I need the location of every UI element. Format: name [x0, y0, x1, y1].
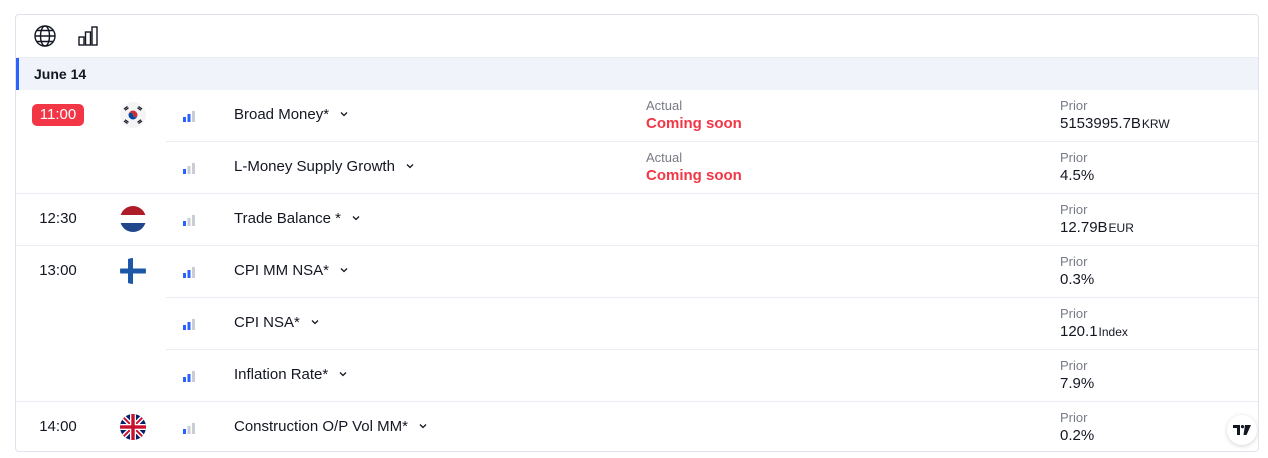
actual-value: Coming soon [646, 167, 742, 184]
netherlands-flag-icon [120, 206, 146, 232]
actual-column: Actual Coming soon [646, 150, 742, 186]
event-time-live: 11:00 [32, 104, 84, 126]
actual-column: Actual Coming soon [646, 98, 742, 134]
importance-filter-icon[interactable] [76, 24, 100, 48]
event-row[interactable]: 11:00 Broad Money* Actual Coming soon Pr… [16, 90, 1258, 142]
prior-value-wrap: 5153995.7BKRW [1060, 114, 1170, 134]
date-header: June 14 [16, 58, 1258, 90]
prior-value: 7.9% [1060, 375, 1095, 392]
event-row[interactable]: Inflation Rate* Prior 7.9% [16, 350, 1258, 402]
prior-unit: KRW [1141, 117, 1170, 131]
prior-column: Prior 7.9% [1060, 358, 1095, 394]
uk-flag-icon [120, 414, 146, 440]
event-name-label: Broad Money* [234, 106, 330, 123]
prior-label: Prior [1060, 410, 1088, 425]
event-name-label: Inflation Rate* [234, 366, 329, 383]
chevron-down-icon[interactable] [338, 365, 348, 385]
prior-label: Prior [1060, 358, 1088, 373]
event-name[interactable]: L-Money Supply Growth [234, 157, 415, 177]
importance-low-icon [183, 421, 195, 434]
prior-label: Prior [1060, 306, 1088, 321]
prior-value: 0.3% [1060, 271, 1095, 288]
event-row[interactable]: CPI NSA* Prior 120.1Index [16, 298, 1258, 350]
event-row[interactable]: 14:00 Construction O/P Vol MM* Prior 0.2… [16, 402, 1258, 451]
chevron-down-icon[interactable] [351, 209, 361, 229]
prior-value-wrap: 4.5% [1060, 166, 1095, 186]
event-name[interactable]: Construction O/P Vol MM* [234, 417, 428, 437]
event-name[interactable]: Inflation Rate* [234, 365, 348, 385]
prior-label: Prior [1060, 254, 1088, 269]
actual-label: Actual [646, 150, 683, 165]
prior-label: Prior [1060, 202, 1088, 217]
prior-value-wrap: 0.3% [1060, 270, 1095, 290]
event-name-label: CPI MM NSA* [234, 262, 330, 279]
date-header-label: June 14 [34, 66, 87, 82]
chevron-down-icon[interactable] [310, 313, 320, 333]
event-row[interactable]: L-Money Supply Growth Actual Coming soon… [16, 142, 1258, 194]
prior-column: Prior 120.1Index [1060, 306, 1128, 342]
prior-value-wrap: 12.79BEUR [1060, 218, 1134, 238]
finland-flag-icon [120, 258, 146, 284]
events-list: 11:00 Broad Money* Actual Coming soon Pr… [16, 90, 1258, 451]
event-row[interactable]: 12:30 Trade Balance * Prior 12.79BEUR [16, 194, 1258, 246]
chevron-down-icon[interactable] [339, 105, 349, 125]
event-name[interactable]: CPI MM NSA* [234, 261, 349, 281]
importance-high-icon [183, 265, 195, 278]
prior-value: 120.1 [1060, 323, 1098, 340]
event-time: 13:00 [39, 262, 77, 279]
event-name-label: Construction O/P Vol MM* [234, 418, 408, 435]
globe-icon[interactable] [33, 24, 57, 48]
prior-value: 12.79B [1060, 219, 1108, 236]
prior-value: 4.5% [1060, 167, 1095, 184]
south-korea-flag-icon [120, 102, 146, 128]
event-name-label: Trade Balance * [234, 210, 342, 227]
prior-unit: EUR [1108, 221, 1134, 235]
prior-label: Prior [1060, 150, 1088, 165]
event-name-label: L-Money Supply Growth [234, 158, 395, 175]
chevron-down-icon[interactable] [405, 157, 415, 177]
event-name[interactable]: Trade Balance * [234, 209, 361, 229]
event-time: 12:30 [39, 210, 77, 227]
chevron-down-icon[interactable] [339, 261, 349, 281]
economic-calendar-panel: June 14 11:00 Broad Money* Actual Coming… [15, 14, 1259, 452]
prior-column: Prior 0.3% [1060, 254, 1095, 290]
event-name[interactable]: CPI NSA* [234, 313, 320, 333]
prior-value-wrap: 120.1Index [1060, 322, 1128, 342]
event-time: 14:00 [39, 418, 77, 435]
prior-value-wrap: 0.2% [1060, 426, 1095, 446]
prior-column: Prior 5153995.7BKRW [1060, 98, 1170, 134]
prior-value: 5153995.7B [1060, 115, 1141, 132]
prior-column: Prior 12.79BEUR [1060, 202, 1134, 238]
tradingview-logo-icon[interactable] [1227, 415, 1257, 445]
importance-high-icon [183, 109, 195, 122]
event-row[interactable]: 13:00 CPI MM NSA* Prior 0.3% [16, 246, 1258, 298]
toolbar [16, 15, 1258, 58]
actual-value: Coming soon [646, 115, 742, 132]
prior-value: 0.2% [1060, 427, 1095, 444]
importance-high-icon [183, 317, 195, 330]
event-name[interactable]: Broad Money* [234, 105, 349, 125]
prior-unit: Index [1098, 325, 1128, 339]
prior-column: Prior 0.2% [1060, 410, 1095, 446]
importance-low-icon [183, 213, 195, 226]
prior-column: Prior 4.5% [1060, 150, 1095, 186]
importance-low-icon [183, 161, 195, 174]
importance-high-icon [183, 369, 195, 382]
actual-label: Actual [646, 98, 683, 113]
prior-value-wrap: 7.9% [1060, 374, 1095, 394]
chevron-down-icon[interactable] [418, 417, 428, 437]
prior-label: Prior [1060, 98, 1088, 113]
event-name-label: CPI NSA* [234, 314, 300, 331]
